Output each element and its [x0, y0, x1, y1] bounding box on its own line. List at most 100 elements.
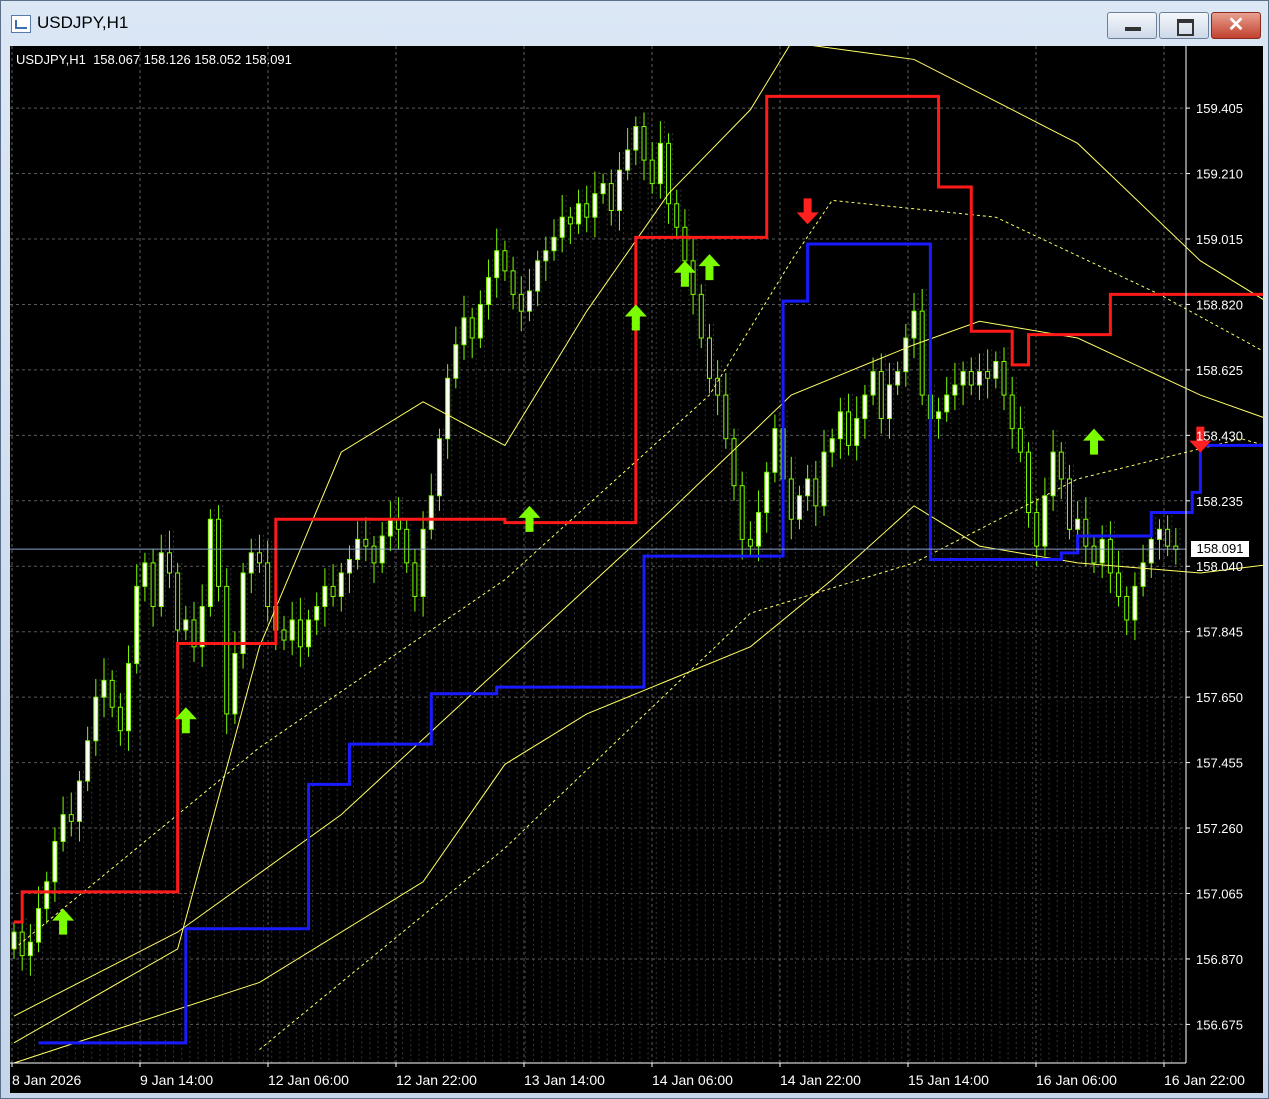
candle-body [1107, 538, 1113, 574]
candle-body [625, 149, 631, 171]
candle-body [469, 317, 475, 339]
time-tick-label: 12 Jan 22:00 [396, 1072, 477, 1088]
candle-body [248, 552, 254, 574]
price-tick-label: 158.040 [1196, 559, 1243, 574]
candle-body [346, 559, 352, 574]
chart-canvas[interactable]: 159.405 159.210 159.015 158.820 158.625 158.4… [10, 46, 1263, 1093]
symbol-label: USDJPY,H1 [16, 52, 86, 67]
candle-body [216, 518, 222, 587]
candle-body [723, 394, 729, 440]
candle-body [183, 619, 189, 631]
price-tick-label: 157.845 [1196, 625, 1243, 640]
terminal-window: USDJPY,H1 ✕ 159.405 159.210 159.015 158.820… [0, 0, 1269, 1099]
candle-body [486, 277, 492, 305]
window-title: USDJPY,H1 [37, 13, 129, 32]
candle-body [461, 317, 467, 346]
candle-body [453, 344, 459, 379]
candle-body [1099, 538, 1105, 564]
candle-body [633, 126, 639, 151]
title-bar[interactable]: USDJPY,H1 ✕ [1, 1, 1268, 45]
candle-body [919, 310, 925, 396]
candle-body [592, 193, 598, 218]
candle-body [526, 290, 532, 312]
candle-body [265, 562, 271, 608]
candle-body [1140, 562, 1146, 587]
candle-body [608, 183, 614, 211]
candle-body [256, 552, 262, 564]
candle-body [854, 418, 860, 446]
candle-body [1075, 518, 1081, 530]
candle-body [494, 250, 500, 279]
current-price-label: 158.091 [1191, 541, 1249, 558]
candle-body [813, 478, 819, 507]
symbol-ohlc-label: USDJPY,H1 158.067 158.126 158.052 158.09… [16, 52, 292, 67]
candle-body [862, 394, 868, 420]
candle-body [968, 371, 974, 386]
candle-body [338, 572, 344, 597]
candle-body [551, 236, 557, 252]
price-tick-label: 157.650 [1196, 690, 1243, 705]
candle-body [739, 485, 745, 540]
candle-body [1058, 451, 1064, 480]
candle-body [1009, 394, 1015, 430]
candle-body [731, 438, 737, 487]
time-tick-label: 16 Jan 22:00 [1164, 1072, 1245, 1088]
candle-body [158, 552, 164, 608]
candle-body [1165, 528, 1171, 547]
candle-body [518, 293, 524, 312]
price-tick-label: 159.210 [1196, 167, 1243, 182]
minimize-button[interactable] [1107, 12, 1157, 39]
candle-body [1148, 538, 1154, 564]
candle-body [330, 585, 336, 597]
time-tick-label: 16 Jan 06:00 [1036, 1072, 1117, 1088]
price-tick-label: 158.625 [1196, 363, 1243, 378]
candle-body [805, 478, 811, 497]
candle-body [166, 552, 172, 574]
candle-body [870, 371, 876, 396]
candle-body [1017, 428, 1023, 453]
candle-body [567, 216, 573, 225]
buy-arrow-icon [1083, 428, 1105, 455]
candle-body [846, 411, 852, 446]
candle-body [1116, 572, 1122, 597]
candle-body [756, 512, 762, 547]
maximize-icon [1177, 19, 1194, 36]
candle-body [1042, 495, 1048, 547]
candle-body [952, 384, 958, 396]
buy-arrow-icon [52, 908, 75, 935]
candle-body [371, 545, 377, 564]
candle-body [240, 572, 246, 655]
time-tick-label: 12 Jan 06:00 [268, 1072, 349, 1088]
candle-body [535, 260, 541, 292]
bollinger-upper-line [13, 46, 1263, 1044]
price-chart[interactable]: 159.405 159.210 159.015 158.820 158.625 158.4… [10, 46, 1263, 1093]
candle-body [363, 538, 369, 547]
candle-body [477, 303, 483, 339]
candle-body [232, 653, 238, 715]
candle-body [322, 585, 328, 608]
candle-body [44, 881, 50, 910]
price-tick-label: 156.675 [1196, 1017, 1243, 1032]
close-icon: ✕ [1227, 14, 1245, 36]
close-button[interactable]: ✕ [1211, 12, 1261, 39]
candle-body [976, 371, 982, 386]
time-tick-label: 14 Jan 06:00 [652, 1072, 733, 1088]
maximize-button[interactable] [1159, 12, 1209, 39]
candle-body [126, 663, 132, 732]
candle-body [698, 293, 704, 339]
candle-body [944, 394, 950, 413]
candle-body [85, 740, 91, 782]
trailing-stop-red-line [14, 94, 1263, 924]
candle-body [878, 371, 884, 420]
candle-body [772, 428, 778, 473]
candle-body [682, 226, 688, 262]
price-tick-label: 159.405 [1196, 101, 1243, 116]
time-tick-label: 9 Jan 14:00 [140, 1072, 213, 1088]
candle-body [101, 679, 107, 698]
candle-body [600, 183, 606, 195]
buy-arrow-icon [518, 505, 541, 532]
candle-body [829, 438, 835, 453]
candle-body [224, 585, 230, 715]
ohlc-values: 158.067 158.126 158.052 158.091 [93, 52, 292, 67]
candle-body [674, 203, 680, 228]
